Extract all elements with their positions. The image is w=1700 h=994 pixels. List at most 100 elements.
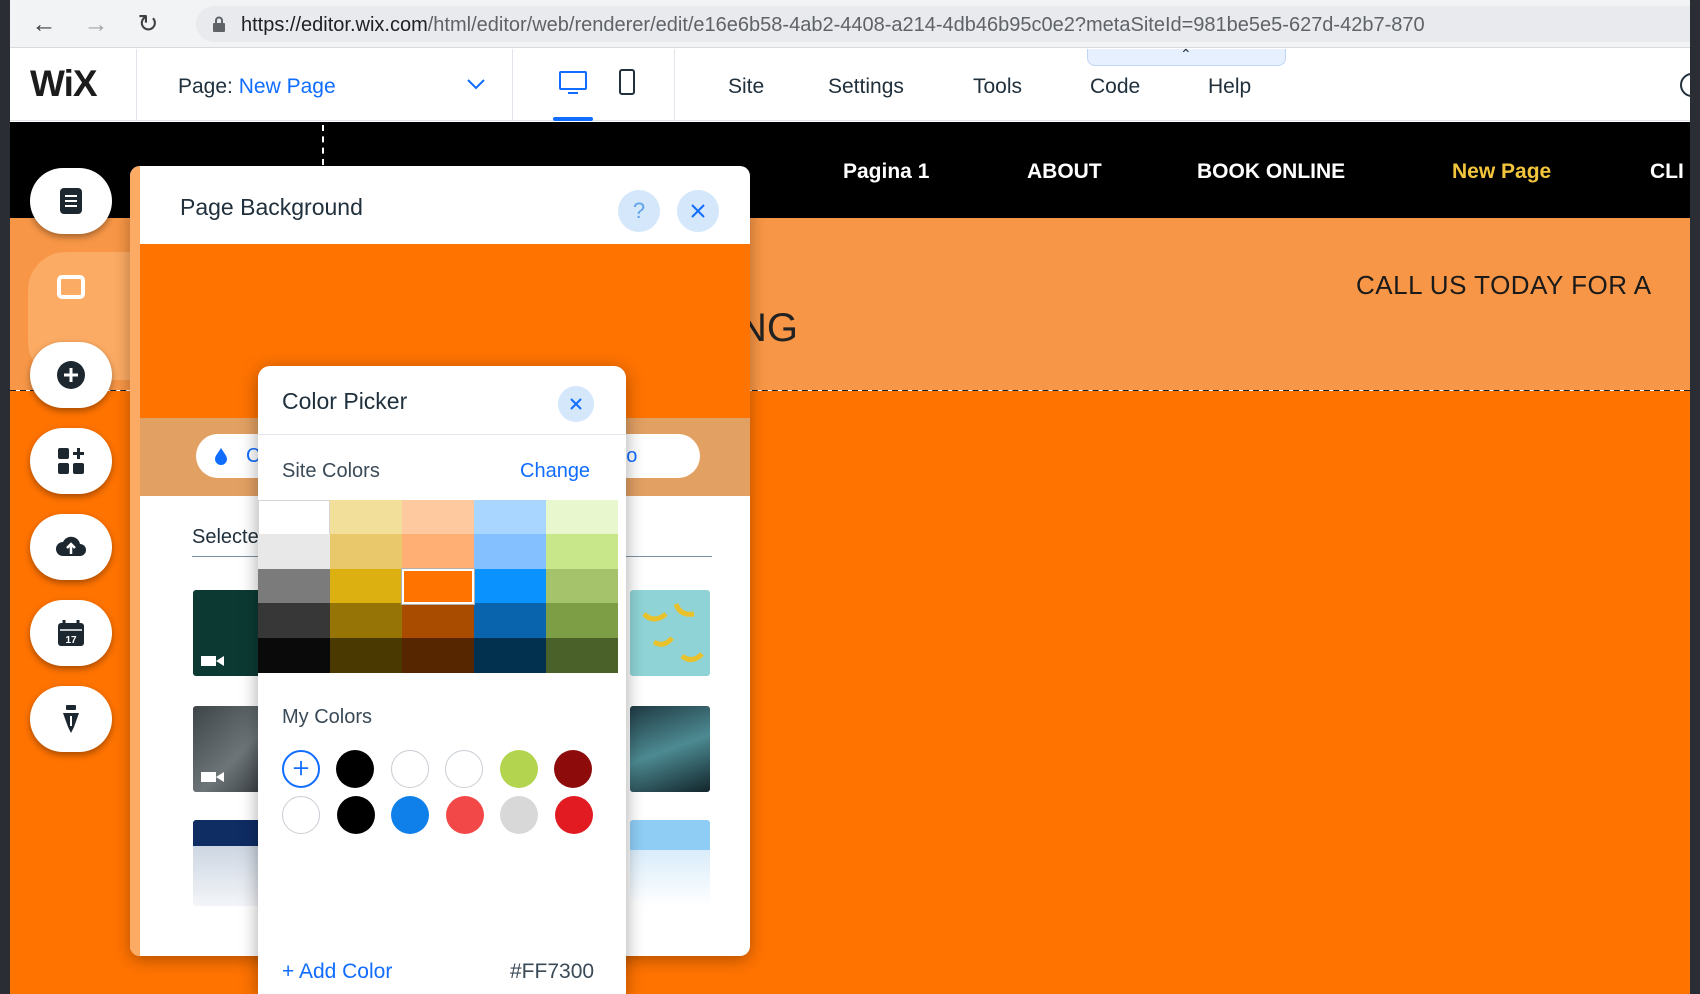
banana-pattern bbox=[642, 603, 704, 662]
color-swatch[interactable] bbox=[258, 534, 330, 570]
color-swatch[interactable] bbox=[402, 568, 474, 604]
app-market-button[interactable] bbox=[30, 428, 112, 494]
menu-help[interactable]: Help bbox=[1208, 75, 1251, 99]
menu-settings[interactable]: Settings bbox=[828, 75, 904, 99]
lock-icon bbox=[213, 16, 225, 32]
menu-tools[interactable]: Tools bbox=[973, 75, 1022, 99]
wix-logo[interactable]: WiX bbox=[30, 63, 98, 105]
color-swatch[interactable] bbox=[330, 534, 402, 570]
close-icon[interactable] bbox=[558, 386, 594, 422]
help-circle-icon[interactable] bbox=[1680, 73, 1690, 97]
divider bbox=[512, 49, 513, 120]
color-swatch[interactable] bbox=[474, 603, 546, 639]
divider bbox=[136, 49, 137, 120]
my-colors-label: My Colors bbox=[282, 706, 373, 728]
color-swatch[interactable] bbox=[330, 603, 402, 639]
divider bbox=[258, 434, 626, 435]
reload-icon[interactable]: ↻ bbox=[132, 8, 164, 40]
background-thumbnail[interactable] bbox=[630, 706, 710, 792]
add-color-plus-icon[interactable] bbox=[282, 750, 320, 788]
background-button[interactable] bbox=[30, 254, 112, 320]
site-nav-item-active[interactable]: New Page bbox=[1452, 160, 1551, 184]
color-swatch[interactable] bbox=[330, 637, 402, 673]
my-color-swatch[interactable] bbox=[499, 750, 538, 788]
help-button[interactable]: ? bbox=[618, 190, 660, 232]
my-color-swatch[interactable] bbox=[445, 750, 483, 788]
panel-title: Page Background bbox=[180, 194, 363, 220]
color-swatch[interactable] bbox=[402, 534, 474, 570]
color-swatch[interactable] bbox=[258, 500, 330, 535]
code-toggle-tab[interactable]: ⌃ bbox=[1087, 46, 1286, 66]
address-bar[interactable]: https://editor.wix.com/html/editor/web/r… bbox=[196, 6, 1690, 42]
color-swatch[interactable] bbox=[258, 637, 330, 673]
caret-up-icon: ⌃ bbox=[1180, 46, 1192, 62]
svg-text:17: 17 bbox=[65, 635, 77, 646]
forward-arrow-icon[interactable]: → bbox=[80, 8, 112, 40]
color-swatch[interactable] bbox=[546, 500, 618, 535]
site-nav-item[interactable]: BOOK ONLINE bbox=[1197, 160, 1345, 184]
back-arrow-icon[interactable]: ← bbox=[28, 8, 60, 40]
site-nav-item[interactable]: Pagina 1 bbox=[843, 160, 929, 184]
my-color-swatch[interactable] bbox=[554, 750, 592, 788]
color-swatch[interactable] bbox=[402, 603, 474, 639]
background-thumbnail[interactable] bbox=[630, 590, 710, 676]
cloud-upload-icon bbox=[56, 536, 86, 556]
color-swatch[interactable] bbox=[546, 637, 618, 673]
chevron-down-icon[interactable] bbox=[465, 73, 487, 95]
hex-value[interactable]: #FF7300 bbox=[510, 960, 594, 984]
add-button[interactable] bbox=[30, 342, 112, 408]
url-text: https://editor.wix.com/html/editor/web/r… bbox=[241, 14, 1425, 36]
site-colors-grid bbox=[258, 500, 618, 673]
color-swatch[interactable] bbox=[402, 637, 474, 673]
color-swatch[interactable] bbox=[546, 603, 618, 639]
menu-site[interactable]: Site bbox=[728, 75, 764, 99]
upload-button[interactable] bbox=[30, 514, 112, 580]
editor-top-bar: WiX Page: New Page Site Settings Tools ⌃… bbox=[10, 46, 1690, 121]
browser-toolbar: ← → ↻ https://editor.wix.com/html/editor… bbox=[10, 0, 1690, 48]
blog-button[interactable] bbox=[30, 686, 112, 752]
color-picker-panel: Color Picker Site Colors Change My Color… bbox=[258, 366, 626, 994]
color-swatch[interactable] bbox=[258, 603, 330, 639]
color-swatch[interactable] bbox=[474, 500, 546, 535]
add-color-link[interactable]: + Add Color bbox=[282, 960, 392, 984]
divider bbox=[674, 49, 675, 120]
my-color-swatch[interactable] bbox=[554, 796, 593, 834]
my-color-swatch[interactable] bbox=[282, 796, 320, 834]
my-color-swatch[interactable] bbox=[336, 796, 375, 834]
selected-section-label: Selecte bbox=[192, 526, 259, 548]
my-color-swatch[interactable] bbox=[390, 750, 429, 788]
color-swatch[interactable] bbox=[330, 500, 402, 535]
color-swatch[interactable] bbox=[258, 568, 330, 604]
color-swatch[interactable] bbox=[330, 568, 402, 604]
site-nav-item[interactable]: CLI bbox=[1650, 160, 1684, 184]
color-swatch[interactable] bbox=[474, 534, 546, 570]
plus-icon bbox=[57, 361, 85, 389]
my-color-swatch[interactable] bbox=[445, 796, 484, 834]
close-icon[interactable] bbox=[677, 190, 719, 232]
color-swatch[interactable] bbox=[474, 568, 546, 604]
mobile-icon[interactable] bbox=[612, 67, 642, 97]
color-swatch[interactable] bbox=[474, 637, 546, 673]
pages-icon bbox=[60, 188, 82, 214]
pages-button[interactable] bbox=[30, 168, 112, 234]
active-device-indicator bbox=[553, 117, 593, 121]
desktop-icon[interactable] bbox=[558, 67, 588, 97]
color-swatch[interactable] bbox=[546, 568, 618, 604]
my-color-swatch[interactable] bbox=[391, 796, 429, 834]
my-color-swatch[interactable] bbox=[336, 750, 374, 788]
bookings-button[interactable]: 17 bbox=[30, 600, 112, 666]
call-us-text[interactable]: CALL US TODAY FOR A bbox=[1356, 270, 1652, 301]
my-color-swatch[interactable] bbox=[500, 796, 538, 834]
color-picker-title: Color Picker bbox=[282, 388, 408, 414]
site-nav-item[interactable]: ABOUT bbox=[1027, 160, 1102, 184]
color-swatch[interactable] bbox=[402, 500, 474, 535]
section-guide bbox=[322, 125, 324, 165]
video-camera-icon bbox=[201, 772, 224, 782]
background-thumbnail[interactable] bbox=[630, 820, 710, 906]
change-colors-link[interactable]: Change bbox=[520, 460, 590, 483]
menu-code[interactable]: Code bbox=[1090, 75, 1140, 99]
color-swatch[interactable] bbox=[546, 534, 618, 570]
site-colors-label: Site Colors bbox=[282, 460, 380, 482]
background-icon bbox=[57, 275, 85, 299]
page-selector[interactable]: Page: New Page bbox=[178, 75, 336, 99]
